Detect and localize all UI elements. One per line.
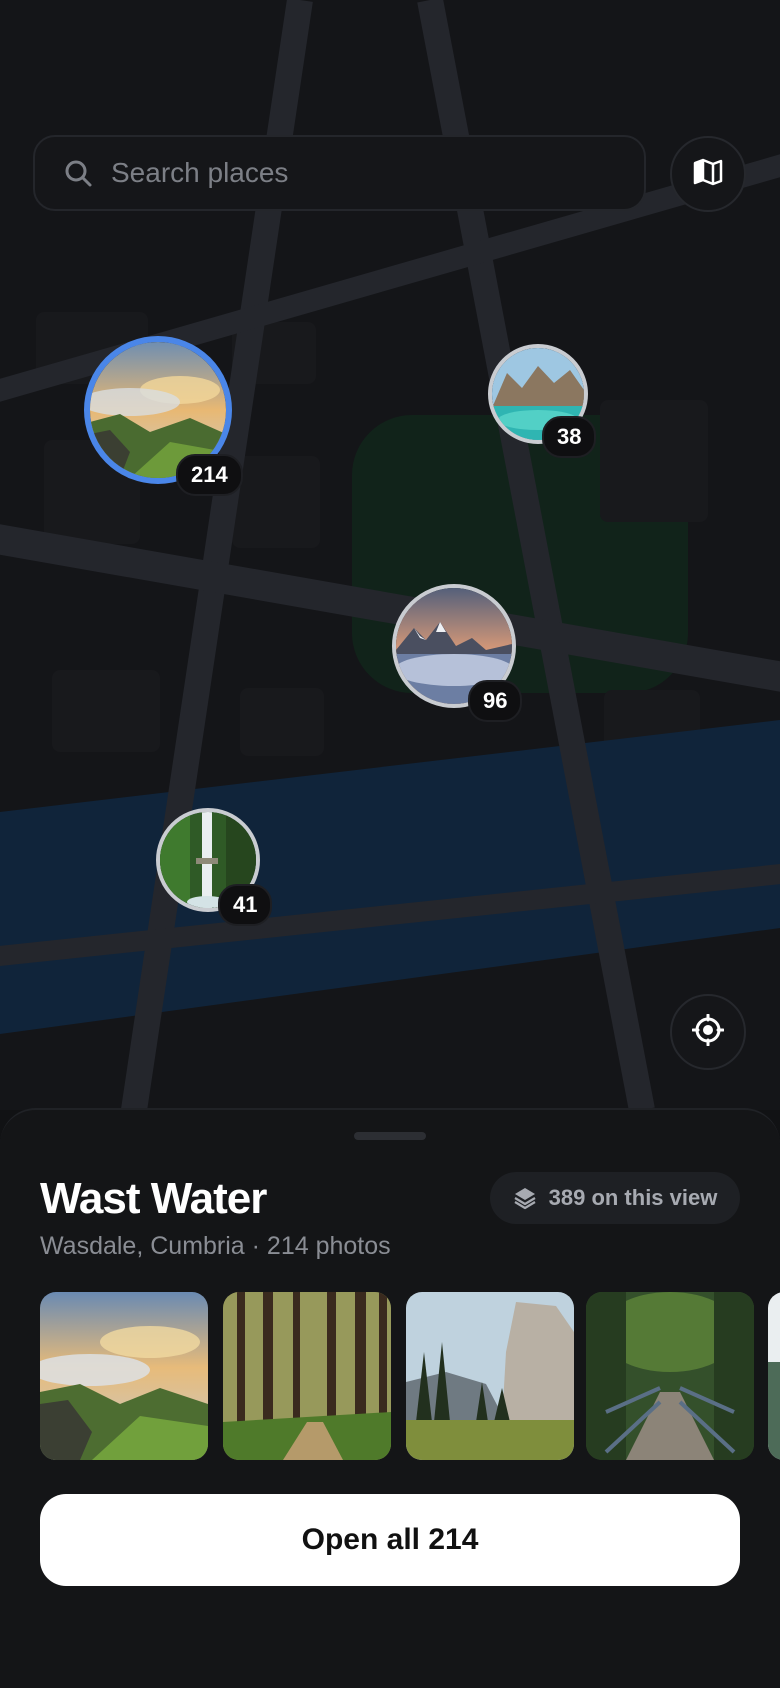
map-icon (693, 158, 723, 191)
photo-thumb[interactable] (586, 1292, 754, 1460)
cluster-pin-41[interactable]: 41 (156, 808, 273, 926)
sheet-handle[interactable] (354, 1132, 426, 1140)
search-placeholder: Search places (111, 157, 289, 188)
cluster-pin-214[interactable]: 214 (84, 336, 243, 496)
place-title: Wast Water (40, 1174, 267, 1223)
cluster-pin-96[interactable]: 96 (392, 584, 523, 722)
search-input[interactable]: Search places (33, 135, 646, 211)
photo-thumb[interactable] (223, 1292, 391, 1460)
locate-button[interactable] (670, 994, 746, 1070)
cluster-count: 38 (542, 416, 597, 458)
place-sheet: Wast Water Wasdale, Cumbria · 214 photos… (0, 1108, 780, 1688)
cluster-count: 214 (176, 454, 243, 496)
open-all-button[interactable]: Open all 214 (40, 1494, 740, 1586)
place-subtitle: Wasdale, Cumbria · 214 photos (40, 1232, 391, 1260)
map-style-button[interactable] (670, 136, 746, 212)
photo-strip[interactable] (40, 1292, 780, 1460)
cluster-count: 96 (468, 680, 523, 722)
locate-icon (691, 1013, 725, 1051)
photo-thumb[interactable] (768, 1292, 780, 1460)
layers-icon (513, 1186, 537, 1210)
cluster-pin-38[interactable]: 38 (488, 344, 597, 458)
photo-thumb[interactable] (40, 1292, 208, 1460)
search-icon (61, 156, 95, 190)
view-count-badge[interactable]: 389 on this view (490, 1172, 740, 1224)
photo-thumb[interactable] (406, 1292, 574, 1460)
view-count-label: 389 on this view (548, 1185, 718, 1210)
cluster-count: 41 (218, 884, 273, 926)
